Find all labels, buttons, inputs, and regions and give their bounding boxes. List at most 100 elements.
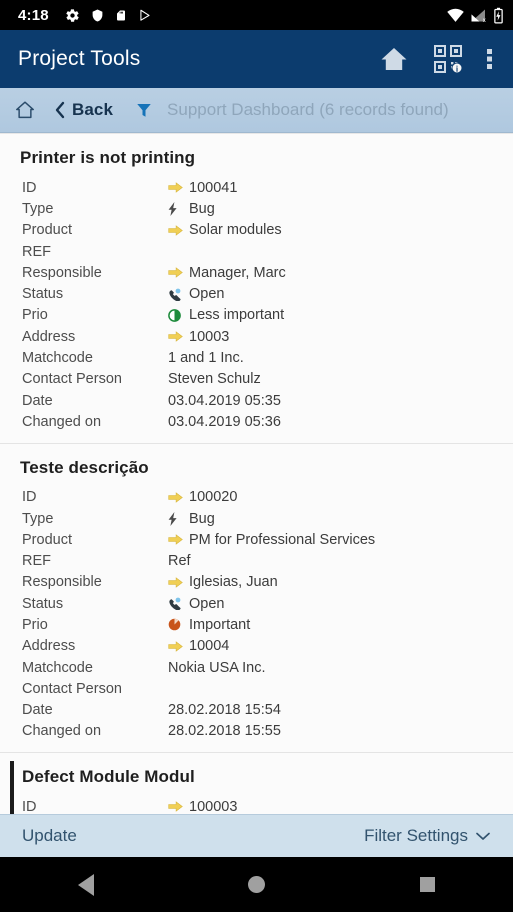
record-field-row: Address 10004	[0, 636, 513, 657]
field-value[interactable]: 10004	[189, 638, 229, 654]
record-field-row: Prio Less important	[0, 305, 513, 326]
phone-screen: 4:18 x Project Tools i Back Support Dash…	[0, 0, 513, 912]
yellow-arrow-icon[interactable]	[168, 577, 185, 588]
yellow-arrow-icon[interactable]	[168, 641, 185, 652]
record-card[interactable]: Printer is not printing ID 100041 Type Bug Pr…	[0, 134, 513, 443]
sd-card-icon	[115, 8, 127, 23]
back-button[interactable]: Back	[52, 100, 113, 120]
chevron-left-icon	[55, 101, 65, 119]
yellow-arrow-icon[interactable]	[168, 225, 185, 236]
field-value[interactable]: 100041	[189, 180, 237, 196]
filter-settings-button[interactable]: Filter Settings	[364, 826, 491, 846]
field-value-wrap: Nokia USA Inc.	[168, 660, 266, 676]
field-value: Ref	[168, 553, 191, 570]
record-field-row: REF	[0, 241, 513, 262]
record-field-row: ID 100003	[0, 796, 513, 814]
filter-funnel-icon[interactable]	[135, 101, 153, 119]
nav-recents-square-icon[interactable]	[388, 857, 468, 912]
record-field-row: Changed on 28.02.2018 15:55	[0, 721, 513, 742]
field-value-wrap: 10004	[168, 638, 229, 654]
record-field-row: Date 03.04.2019 05:35	[0, 390, 513, 411]
field-value[interactable]: 100003	[189, 799, 237, 814]
record-field-row: Type Bug	[0, 198, 513, 219]
yellow-arrow-icon[interactable]	[168, 331, 185, 342]
field-value-wrap: Bug	[168, 201, 215, 217]
field-value[interactable]: 100020	[189, 489, 237, 505]
field-value[interactable]: PM for Professional Services	[189, 532, 375, 548]
svg-text:x: x	[483, 17, 486, 22]
field-value[interactable]: Solar modules	[189, 222, 282, 238]
prio-low-icon	[168, 309, 185, 322]
battery-charging-icon	[493, 7, 504, 24]
nav-back-triangle-icon[interactable]	[46, 857, 126, 912]
bolt-icon	[168, 511, 185, 526]
field-label: Product	[22, 222, 72, 239]
home-icon[interactable]	[379, 45, 409, 73]
field-value: Less important	[189, 307, 285, 324]
field-value-wrap: 1 and 1 Inc.	[168, 350, 244, 366]
play-store-icon	[138, 8, 152, 23]
field-value-wrap: 100003	[168, 799, 237, 814]
field-label: Status	[22, 595, 64, 612]
field-label: Responsible	[22, 264, 102, 281]
yellow-arrow-icon[interactable]	[168, 267, 185, 279]
field-value[interactable]: 10003	[189, 329, 229, 345]
gear-icon	[65, 8, 80, 23]
field-label: Address	[22, 328, 76, 345]
field-value-wrap: 100041	[168, 180, 237, 196]
field-value: Bug	[189, 510, 215, 527]
record-title: Defect Module Modul	[22, 767, 195, 787]
record-field-row: Address 10003	[0, 326, 513, 347]
field-value-wrap: 28.02.2018 15:54	[168, 702, 281, 718]
record-field-row: ID 100020	[0, 487, 513, 508]
update-button[interactable]: Update	[22, 826, 77, 846]
qr-scan-icon[interactable]: i	[433, 44, 463, 74]
record-field-row: Contact Person	[0, 678, 513, 699]
field-value: 28.02.2018 15:54	[168, 702, 281, 719]
field-value-wrap: Solar modules	[168, 222, 282, 238]
field-value: 03.04.2019 05:35	[168, 392, 281, 409]
record-field-row: Responsible Manager, Marc	[0, 262, 513, 283]
yellow-arrow-icon[interactable]	[168, 534, 185, 545]
record-card[interactable]: Defect Module Modul ID 100003	[0, 752, 513, 814]
field-value[interactable]: Manager, Marc	[189, 265, 286, 281]
field-value: Open	[189, 595, 225, 612]
field-value-wrap: Important	[168, 617, 250, 633]
breadcrumb-title: Support Dashboard (6 records found)	[167, 100, 449, 119]
record-field-row: REF Ref	[0, 550, 513, 571]
record-field-row: Status Open	[0, 283, 513, 304]
record-field-row: Prio Important	[0, 614, 513, 635]
field-value-wrap: Steven Schulz	[168, 371, 261, 387]
status-bar-notification-icons	[65, 8, 152, 23]
filter-settings-label: Filter Settings	[364, 826, 468, 845]
overflow-menu-icon[interactable]	[487, 47, 493, 71]
field-value-wrap: 10003	[168, 329, 229, 345]
status-bar-clock: 4:18	[18, 6, 49, 24]
field-value-wrap: Ref	[168, 553, 191, 569]
field-label: ID	[22, 179, 37, 196]
record-list[interactable]: Printer is not printing ID 100041 Type Bug Pr…	[0, 133, 513, 814]
yellow-arrow-icon[interactable]	[168, 182, 185, 193]
nav-home-circle-icon[interactable]	[217, 857, 297, 912]
yellow-arrow-icon[interactable]	[168, 492, 185, 503]
yellow-arrow-icon[interactable]	[168, 801, 185, 812]
record-card[interactable]: Teste descrição ID 100020 Type Bug Product PM …	[0, 442, 513, 753]
field-value-wrap: Less important	[168, 307, 284, 323]
field-label: REF	[22, 243, 51, 260]
field-value-wrap: Open	[168, 596, 224, 612]
bottom-action-bar: Update Filter Settings	[0, 814, 513, 857]
field-value-wrap: Bug	[168, 511, 215, 527]
field-value: Steven Schulz	[168, 371, 261, 388]
record-title: Printer is not printing	[20, 148, 196, 167]
field-label: Type	[22, 200, 54, 217]
field-label: Type	[22, 510, 54, 527]
field-label: Matchcode	[22, 659, 93, 676]
record-field-row: Responsible Iglesias, Juan	[0, 572, 513, 593]
home-outline-icon[interactable]	[14, 99, 36, 121]
record-field-list: ID 100020 Type Bug Product PM for Professiona…	[0, 487, 513, 743]
field-value: Bug	[189, 200, 215, 217]
field-value[interactable]: Iglesias, Juan	[189, 574, 278, 590]
shield-icon	[91, 8, 104, 23]
field-value: Open	[189, 286, 225, 303]
record-field-row: Type Bug	[0, 508, 513, 529]
